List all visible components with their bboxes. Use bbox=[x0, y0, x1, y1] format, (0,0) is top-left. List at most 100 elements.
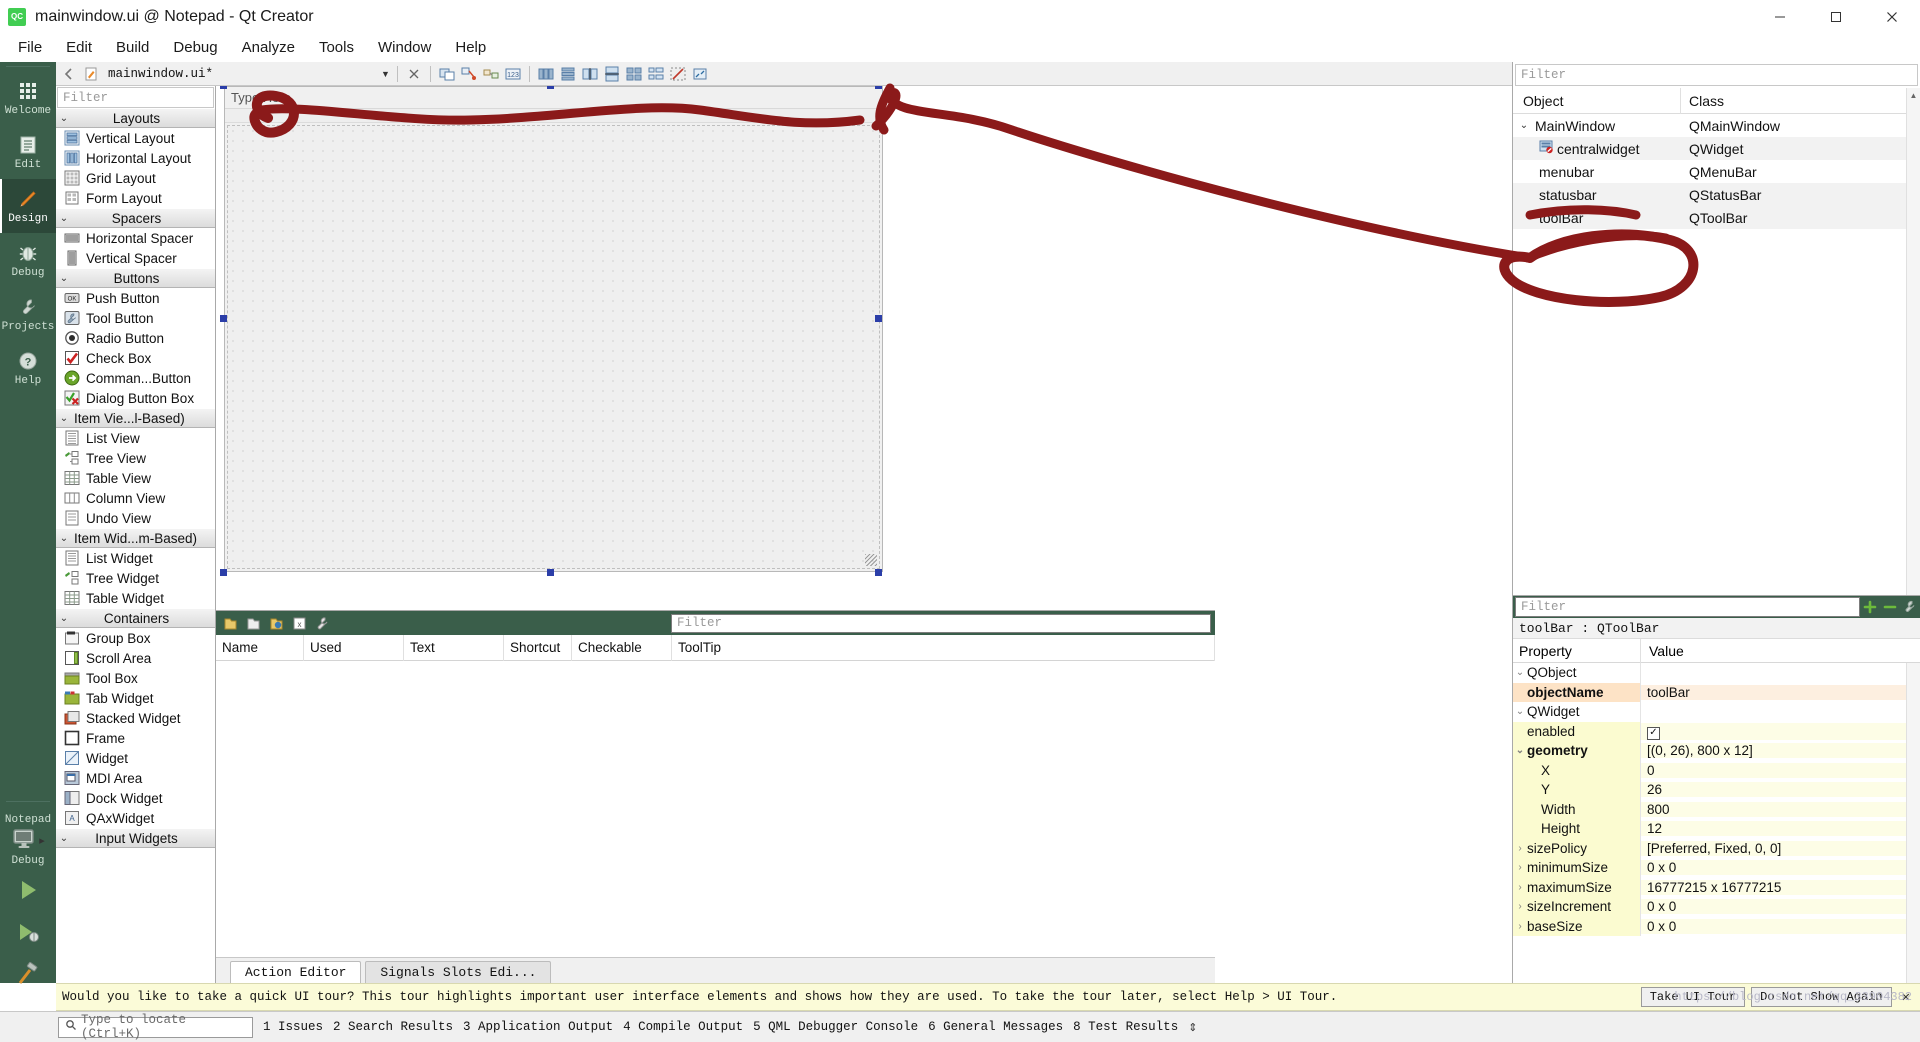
configure-icon[interactable] bbox=[1900, 596, 1920, 618]
preview-menubar[interactable]: Type Here bbox=[225, 87, 882, 109]
mode-design[interactable]: Design bbox=[0, 179, 56, 233]
chevron-down-icon[interactable]: ▼ bbox=[381, 69, 390, 79]
column-object[interactable]: Object bbox=[1513, 87, 1681, 114]
layout-splitter-h-icon[interactable] bbox=[581, 65, 599, 83]
widget-item-horizontal-spacer[interactable]: Horizontal Spacer bbox=[56, 228, 215, 248]
chevron-right-icon[interactable]: › bbox=[1513, 901, 1527, 912]
property-row[interactable]: Width 800 bbox=[1513, 799, 1920, 819]
property-row[interactable]: ⌄ QWidget bbox=[1513, 702, 1920, 722]
menu-file[interactable]: File bbox=[6, 36, 54, 59]
object-tree-row[interactable]: ⌄ MainWindow QMainWindow bbox=[1513, 114, 1920, 137]
property-rows[interactable]: ⌄ QObject objectName toolBar ⌄ QWidget enabled… bbox=[1513, 663, 1920, 983]
column-text[interactable]: Text bbox=[404, 634, 504, 661]
edit-widgets-icon[interactable] bbox=[438, 65, 456, 83]
selection-handle-bc[interactable] bbox=[547, 569, 554, 576]
kit-selector[interactable]: Notepad ▸ Debug bbox=[0, 806, 56, 869]
widget-item-group-box[interactable]: Group Box bbox=[56, 628, 215, 648]
object-tree-scrollbar[interactable]: ▲ bbox=[1906, 88, 1920, 595]
widget-item-scroll-area[interactable]: Scroll Area bbox=[56, 648, 215, 668]
widget-item-tool-button[interactable]: Tool Button bbox=[56, 308, 215, 328]
maximize-icon[interactable] bbox=[1808, 0, 1864, 33]
property-row[interactable]: enabled ✓ bbox=[1513, 721, 1920, 741]
column-class[interactable]: Class bbox=[1681, 93, 1920, 109]
property-row[interactable]: › maximumSize 16777215 x 16777215 bbox=[1513, 877, 1920, 897]
property-row[interactable]: › sizePolicy [Preferred, Fixed, 0, 0] bbox=[1513, 838, 1920, 858]
widget-group-header[interactable]: ⌄ Item Vie...l-Based) bbox=[56, 408, 215, 428]
checkbox-checked-icon[interactable]: ✓ bbox=[1647, 726, 1660, 740]
chevron-right-icon[interactable]: › bbox=[1513, 921, 1527, 932]
minus-icon[interactable] bbox=[1880, 596, 1900, 618]
selection-handle-bl[interactable] bbox=[220, 569, 227, 576]
widget-item-qaxwidget[interactable]: A QAxWidget bbox=[56, 808, 215, 828]
property-value-cell[interactable]: 0 x 0 bbox=[1641, 899, 1920, 915]
property-row[interactable]: ⌄ geometry [(0, 26), 800 x 12] bbox=[1513, 741, 1920, 761]
object-tree-row[interactable]: menubar QMenuBar bbox=[1513, 160, 1920, 183]
main-window-preview[interactable]: Type Here bbox=[224, 86, 883, 572]
column-checkable[interactable]: Checkable bbox=[572, 634, 672, 661]
chevron-right-icon[interactable]: › bbox=[1513, 843, 1527, 854]
property-value-cell[interactable]: 0 bbox=[1641, 762, 1920, 778]
widget-item-dialog-button-box[interactable]: Dialog Button Box bbox=[56, 388, 215, 408]
property-value-cell[interactable]: [(0, 26), 800 x 12] bbox=[1641, 743, 1920, 759]
property-value-cell[interactable]: 12 bbox=[1641, 821, 1920, 837]
action-editor-filter[interactable]: Filter bbox=[671, 613, 1211, 633]
minimize-icon[interactable] bbox=[1752, 0, 1808, 33]
output-pane-test-results[interactable]: 8 Test Results bbox=[1073, 1020, 1178, 1034]
widget-item-form-layout[interactable]: Form Layout bbox=[56, 188, 215, 208]
property-value-cell[interactable]: 0 x 0 bbox=[1641, 860, 1920, 876]
widget-item-vertical-spacer[interactable]: Vertical Spacer bbox=[56, 248, 215, 268]
tab-signals-slots-editor[interactable]: Signals Slots Edi... bbox=[365, 961, 552, 983]
open-file-name[interactable]: mainwindow.ui* bbox=[104, 67, 217, 81]
object-tree-row[interactable]: toolBar QToolBar bbox=[1513, 206, 1920, 229]
widget-box-filter[interactable]: Filter bbox=[57, 87, 214, 108]
widget-item-column-view[interactable]: Column View bbox=[56, 488, 215, 508]
property-value-cell[interactable]: 16777215 x 16777215 bbox=[1641, 879, 1920, 895]
widget-group-header[interactable]: ⌄ Input Widgets bbox=[56, 828, 215, 848]
chevron-down-icon[interactable]: ⌄ bbox=[1517, 120, 1531, 131]
property-row[interactable]: Y 26 bbox=[1513, 780, 1920, 800]
layout-splitter-v-icon[interactable] bbox=[603, 65, 621, 83]
chevron-down-icon[interactable]: ⌄ bbox=[1513, 706, 1527, 717]
property-value-cell[interactable]: ✓ bbox=[1641, 723, 1920, 740]
property-row[interactable]: ⌄ QObject bbox=[1513, 663, 1920, 683]
widget-item-undo-view[interactable]: Undo View bbox=[56, 508, 215, 528]
property-value-cell[interactable]: 0 x 0 bbox=[1641, 918, 1920, 934]
build-button[interactable] bbox=[0, 953, 56, 995]
selection-handle-tl[interactable] bbox=[220, 86, 227, 89]
preview-toolbar[interactable] bbox=[225, 109, 882, 123]
widget-item-frame[interactable]: Frame bbox=[56, 728, 215, 748]
widget-item-list-view[interactable]: List View bbox=[56, 428, 215, 448]
property-scrollbar[interactable] bbox=[1906, 663, 1920, 983]
layout-vertically-icon[interactable] bbox=[559, 65, 577, 83]
mode-edit[interactable]: Edit bbox=[0, 125, 56, 179]
menu-debug[interactable]: Debug bbox=[161, 36, 229, 59]
object-tree-rows[interactable]: ⌄ MainWindow QMainWindow centralwidget QWidg… bbox=[1513, 114, 1920, 229]
object-tree-row[interactable]: statusbar QStatusBar bbox=[1513, 183, 1920, 206]
copy-action-icon[interactable] bbox=[245, 615, 262, 632]
object-tree-row[interactable]: centralwidget QWidget bbox=[1513, 137, 1920, 160]
column-name[interactable]: Name bbox=[216, 634, 304, 661]
widget-group-header[interactable]: ⌄ Layouts bbox=[56, 108, 215, 128]
widget-box-list[interactable]: ⌄ Layouts Vertical Layout Horizontal Layout… bbox=[56, 108, 215, 983]
widget-item-table-view[interactable]: Table View bbox=[56, 468, 215, 488]
edit-signals-slots-icon[interactable] bbox=[460, 65, 478, 83]
widget-item-check-box[interactable]: Check Box bbox=[56, 348, 215, 368]
property-row[interactable]: Height 12 bbox=[1513, 819, 1920, 839]
widget-item-table-widget[interactable]: Table Widget bbox=[56, 588, 215, 608]
property-row[interactable]: X0 bbox=[1513, 760, 1920, 780]
output-pane-issues[interactable]: 1 Issues bbox=[263, 1020, 323, 1034]
type-here-placeholder[interactable]: Type Here bbox=[231, 90, 291, 105]
property-row[interactable]: › minimumSize 0 x 0 bbox=[1513, 858, 1920, 878]
debug-button[interactable] bbox=[0, 911, 56, 953]
property-editor-filter[interactable]: Filter bbox=[1515, 597, 1860, 617]
output-pane-compile-output[interactable]: 4 Compile Output bbox=[623, 1020, 743, 1034]
tab-action-editor[interactable]: Action Editor bbox=[230, 961, 362, 983]
mode-help[interactable]: ? Help bbox=[0, 341, 56, 395]
mode-welcome[interactable]: Welcome bbox=[0, 71, 56, 125]
scroll-up-icon[interactable]: ▲ bbox=[1907, 88, 1920, 102]
layout-grid-icon[interactable] bbox=[625, 65, 643, 83]
property-value-cell[interactable]: 26 bbox=[1641, 782, 1920, 798]
menu-tools[interactable]: Tools bbox=[307, 36, 366, 59]
widget-item-push-button[interactable]: OK Push Button bbox=[56, 288, 215, 308]
column-tooltip[interactable]: ToolTip bbox=[672, 634, 1215, 661]
